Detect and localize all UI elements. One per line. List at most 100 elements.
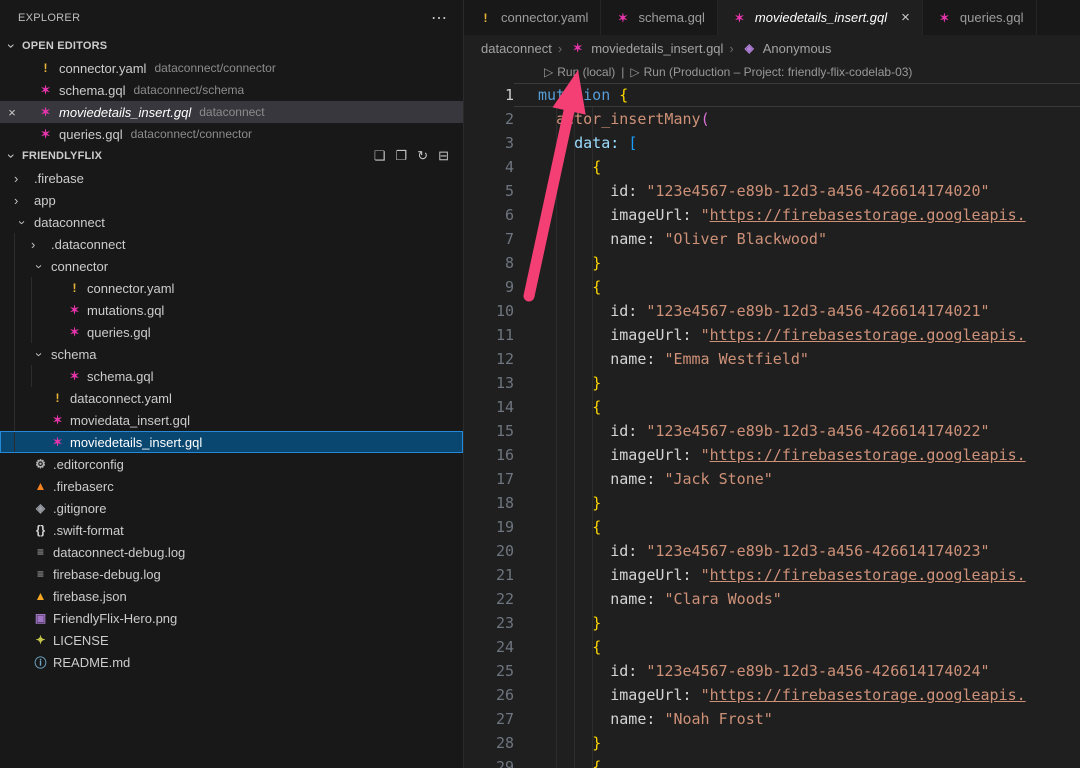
code-token	[538, 182, 610, 200]
tree-file-.gitignore[interactable]: ◈.gitignore	[0, 497, 463, 519]
run-production-link[interactable]: ▷ Run (Production – Project: friendly-fl…	[630, 65, 912, 79]
line-number: 2	[464, 107, 514, 131]
breadcrumb-item[interactable]: ◈Anonymous	[740, 41, 832, 56]
breadcrumb-item[interactable]: dataconnect	[481, 41, 552, 56]
tree-file-moviedata_insert.gql[interactable]: ✶moviedata_insert.gql	[0, 409, 463, 431]
tab-schema.gql[interactable]: ✶schema.gql	[601, 0, 717, 35]
tab-connector.yaml[interactable]: !connector.yaml	[464, 0, 601, 35]
code-token: https://firebasestorage.googleapis.	[710, 566, 1026, 584]
code-line-27[interactable]: 27 name: "Noah Frost"	[464, 707, 1080, 731]
chevron-right-icon: ›	[729, 41, 733, 56]
explorer-header: EXPLORER ⋯	[0, 0, 463, 35]
collapse-folders-icon[interactable]: ⊟	[438, 148, 449, 164]
chevron-down-icon: ›	[32, 346, 47, 363]
code-line-14[interactable]: 14 {	[464, 395, 1080, 419]
tree-file-README.md[interactable]: ⓘREADME.md	[0, 651, 463, 673]
open-editor-item[interactable]: ×✶moviedetails_insert.gqldataconnect	[0, 101, 463, 123]
code-line-29[interactable]: 29 {	[464, 755, 1080, 768]
code-token: https://firebasestorage.googleapis.	[710, 446, 1026, 464]
tree-file-firebase-debug.log[interactable]: ≡firebase-debug.log	[0, 563, 463, 585]
code-line-5[interactable]: 5 id: "123e4567-e89b-12d3-a456-426614174…	[464, 179, 1080, 203]
code-token	[692, 566, 701, 584]
workspace-section-header[interactable]: › FRIENDLYFLIX ❏❐↻⊟	[0, 145, 463, 167]
chevron-right-icon: ›	[14, 171, 31, 186]
open-editors-section-header[interactable]: › OPEN EDITORS	[0, 35, 463, 57]
tree-file-moviedetails_insert.gql[interactable]: ✶moviedetails_insert.gql	[0, 431, 463, 453]
code-line-11[interactable]: 11 imageUrl: "https://firebasestorage.go…	[464, 323, 1080, 347]
code-line-10[interactable]: 10 id: "123e4567-e89b-12d3-a456-42661417…	[464, 299, 1080, 323]
code-line-21[interactable]: 21 imageUrl: "https://firebasestorage.go…	[464, 563, 1080, 587]
code-line-24[interactable]: 24 {	[464, 635, 1080, 659]
tree-file-connector.yaml[interactable]: !connector.yaml	[0, 277, 463, 299]
code-line-20[interactable]: 20 id: "123e4567-e89b-12d3-a456-42661417…	[464, 539, 1080, 563]
code-line-26[interactable]: 26 imageUrl: "https://firebasestorage.go…	[464, 683, 1080, 707]
more-actions-icon[interactable]: ⋯	[431, 8, 447, 28]
tree-item-label: queries.gql	[87, 325, 151, 340]
tree-file-LICENSE[interactable]: ✦LICENSE	[0, 629, 463, 651]
chevron-right-icon: ›	[14, 193, 31, 208]
close-icon[interactable]: ×	[2, 105, 22, 120]
line-number: 13	[464, 371, 514, 395]
code-line-19[interactable]: 19 {	[464, 515, 1080, 539]
code-line-12[interactable]: 12 name: "Emma Westfield"	[464, 347, 1080, 371]
tree-item-label: connector	[51, 259, 108, 274]
code-text: name: "Emma Westfield"	[514, 347, 1080, 371]
code-line-4[interactable]: 4 {	[464, 155, 1080, 179]
tree-folder-dataconnect[interactable]: ›dataconnect	[0, 211, 463, 233]
code-line-6[interactable]: 6 imageUrl: "https://firebasestorage.goo…	[464, 203, 1080, 227]
breadcrumb-item[interactable]: ✶moviedetails_insert.gql	[568, 41, 723, 56]
line-number: 29	[464, 755, 514, 768]
code-line-18[interactable]: 18 }	[464, 491, 1080, 515]
tree-folder-app[interactable]: ›app	[0, 189, 463, 211]
tree-file-firebase.json[interactable]: ▲firebase.json	[0, 585, 463, 607]
code-line-7[interactable]: 7 name: "Oliver Blackwood"	[464, 227, 1080, 251]
tree-folder-.firebase[interactable]: ›.firebase	[0, 167, 463, 189]
open-editor-item[interactable]: ×!connector.yamldataconnect/connector	[0, 57, 463, 79]
tree-file-mutations.gql[interactable]: ✶mutations.gql	[0, 299, 463, 321]
tree-file-.firebaserc[interactable]: ▲.firebaserc	[0, 475, 463, 497]
tree-folder-connector[interactable]: ›connector	[0, 255, 463, 277]
code-line-15[interactable]: 15 id: "123e4567-e89b-12d3-a456-42661417…	[464, 419, 1080, 443]
play-icon: ▷	[630, 65, 639, 79]
tab-label: schema.gql	[638, 10, 704, 25]
code-line-28[interactable]: 28 }	[464, 731, 1080, 755]
indent-guide	[14, 409, 31, 431]
chevron-right-icon: ›	[31, 237, 48, 252]
code-line-8[interactable]: 8 }	[464, 251, 1080, 275]
tree-file-.editorconfig[interactable]: ⚙.editorconfig	[0, 453, 463, 475]
open-editor-item[interactable]: ×✶queries.gqldataconnect/connector	[0, 123, 463, 145]
code-line-9[interactable]: 9 {	[464, 275, 1080, 299]
new-file-icon[interactable]: ❏	[374, 148, 386, 164]
tree-file-schema.gql[interactable]: ✶schema.gql	[0, 365, 463, 387]
code-line-22[interactable]: 22 name: "Clara Woods"	[464, 587, 1080, 611]
code-line-16[interactable]: 16 imageUrl: "https://firebasestorage.go…	[464, 443, 1080, 467]
tree-file-.swift-format[interactable]: {}.swift-format	[0, 519, 463, 541]
tab-moviedetails_insert.gql[interactable]: ✶moviedetails_insert.gql×	[718, 0, 923, 35]
code-line-3[interactable]: 3 data: [	[464, 131, 1080, 155]
code-line-1[interactable]: 1mutation {	[464, 83, 1080, 107]
code-line-13[interactable]: 13 }	[464, 371, 1080, 395]
tree-folder-schema[interactable]: ›schema	[0, 343, 463, 365]
run-local-link[interactable]: ▷ Run (local)	[544, 65, 615, 79]
open-editor-label: connector.yaml	[59, 61, 146, 76]
code-line-23[interactable]: 23 }	[464, 611, 1080, 635]
indent-guide	[14, 365, 31, 387]
code-line-17[interactable]: 17 name: "Jack Stone"	[464, 467, 1080, 491]
refresh-explorer-icon[interactable]: ↻	[417, 148, 428, 164]
tree-file-dataconnect-debug.log[interactable]: ≡dataconnect-debug.log	[0, 541, 463, 563]
tab-queries.gql[interactable]: ✶queries.gql	[923, 0, 1037, 35]
code-token	[538, 758, 592, 768]
code-editor[interactable]: 1mutation {2 actor_insertMany(3 data: [4…	[464, 83, 1080, 768]
code-token: {	[592, 398, 601, 416]
tree-folder-.dataconnect[interactable]: ›.dataconnect	[0, 233, 463, 255]
code-line-2[interactable]: 2 actor_insertMany(	[464, 107, 1080, 131]
open-editor-label: moviedetails_insert.gql	[59, 105, 191, 120]
line-number: 1	[464, 83, 514, 107]
close-icon[interactable]: ×	[901, 10, 910, 25]
open-editor-item[interactable]: ×✶schema.gqldataconnect/schema	[0, 79, 463, 101]
code-line-25[interactable]: 25 id: "123e4567-e89b-12d3-a456-42661417…	[464, 659, 1080, 683]
tree-file-queries.gql[interactable]: ✶queries.gql	[0, 321, 463, 343]
tree-file-dataconnect.yaml[interactable]: !dataconnect.yaml	[0, 387, 463, 409]
tree-file-FriendlyFlix-Hero.png[interactable]: ▣FriendlyFlix-Hero.png	[0, 607, 463, 629]
new-folder-icon[interactable]: ❐	[396, 148, 408, 164]
